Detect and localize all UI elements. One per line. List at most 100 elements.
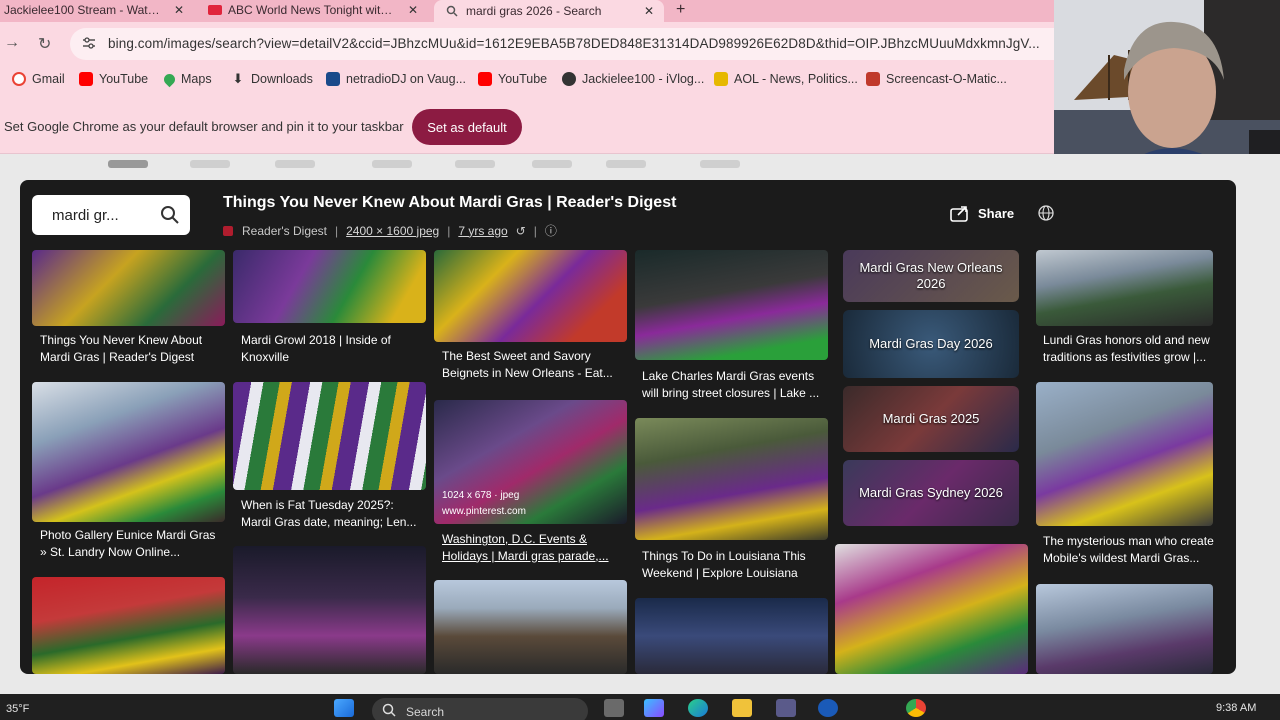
aol-icon xyxy=(714,72,728,86)
result-image-louisiana[interactable] xyxy=(635,418,828,540)
hp-icon[interactable] xyxy=(818,699,838,717)
maps-pin-icon xyxy=(161,71,178,87)
result-image-lake-charles[interactable] xyxy=(635,250,828,360)
bookmark-label: Downloads xyxy=(251,72,313,86)
result-caption[interactable]: When is Fat Tuesday 2025?: Mardi Gras da… xyxy=(241,497,421,530)
image-hover-dimensions: 1024 x 678 · jpeg xyxy=(442,490,520,501)
related-search-day-2026[interactable]: Mardi Gras Day 2026 xyxy=(843,310,1019,378)
globe-icon[interactable] xyxy=(1038,205,1054,221)
windows-start-icon[interactable] xyxy=(334,699,354,717)
address-bar[interactable]: bing.com/images/search?view=detailV2&cci… xyxy=(70,28,1054,60)
taskbar-clock[interactable]: 9:38 AM xyxy=(1216,702,1256,714)
bookmark-maps[interactable]: Maps xyxy=(161,71,212,87)
result-image-parade-float[interactable] xyxy=(32,577,225,674)
default-browser-infobar: Set Google Chrome as your default browse… xyxy=(0,94,1054,154)
result-image-bar-interior[interactable] xyxy=(233,546,426,674)
reload-icon[interactable]: ↻ xyxy=(38,34,51,54)
task-view-icon[interactable] xyxy=(604,699,624,717)
overlay-search-box[interactable]: mardi gr... xyxy=(32,195,190,235)
bookmark-youtube-2[interactable]: YouTube xyxy=(478,72,547,86)
result-image-mardi-growl[interactable] xyxy=(233,250,426,323)
bookmark-aol[interactable]: AOL - News, Politics... xyxy=(714,72,858,86)
history-icon[interactable]: ↺ xyxy=(516,224,526,238)
taskbar-search-placeholder: Search xyxy=(406,705,445,719)
close-tab-icon[interactable]: ✕ xyxy=(644,4,654,18)
bookmark-screencast[interactable]: Screencast-O-Matic... xyxy=(866,72,1007,86)
screencast-icon xyxy=(866,72,880,86)
taskbar-search-box[interactable]: Search xyxy=(372,698,588,720)
result-caption[interactable]: Lake Charles Mardi Gras events will brin… xyxy=(642,368,827,401)
tab-title: ABC World News Tonight with D xyxy=(228,3,394,17)
bookmark-downloads[interactable]: ⬇ Downloads xyxy=(231,72,313,87)
result-caption[interactable]: Things To Do in Louisiana This Weekend |… xyxy=(642,548,822,581)
image-hover-site[interactable]: www.pinterest.com xyxy=(442,506,526,517)
related-search-label: Mardi Gras Sydney 2026 xyxy=(859,485,1003,500)
image-detail-title[interactable]: Things You Never Knew About Mardi Gras |… xyxy=(223,194,676,212)
image-dimensions[interactable]: 2400 × 1600 jpeg xyxy=(346,224,439,238)
tab-title: Jackielee100 Stream - Watch Li xyxy=(4,3,160,17)
result-caption[interactable]: Lundi Gras honors old and new traditions… xyxy=(1043,332,1218,365)
share-label: Share xyxy=(978,205,1015,221)
new-tab-button[interactable]: + xyxy=(676,0,696,20)
bookmark-label: Jackielee100 - iVlog... xyxy=(582,72,705,86)
bookmark-label: Screencast-O-Matic... xyxy=(886,72,1007,86)
set-as-default-button[interactable]: Set as default xyxy=(412,109,522,145)
bookmark-gmail[interactable]: Gmail xyxy=(12,72,65,86)
weather-temperature[interactable]: 35°F xyxy=(6,703,29,715)
image-age[interactable]: 7 yrs ago xyxy=(458,224,507,238)
result-image-washington-dc[interactable]: 1024 x 678 · jpeg www.pinterest.com xyxy=(434,400,627,524)
browser-toolbar: → ↻ bing.com/images/search?view=detailV2… xyxy=(0,22,1054,66)
result-caption[interactable]: Mardi Growl 2018 | Inside of Knoxville xyxy=(241,332,421,365)
info-icon[interactable]: ⓘ xyxy=(545,222,557,239)
result-caption[interactable]: Things You Never Knew About Mardi Gras |… xyxy=(40,332,220,365)
result-image-eunice[interactable] xyxy=(32,382,225,522)
image-source[interactable]: Reader's Digest xyxy=(242,224,327,238)
result-caption[interactable]: Washington, D.C. Events & Holidays | Mar… xyxy=(442,531,622,564)
bookmark-label: Gmail xyxy=(32,72,65,86)
background-nav-item xyxy=(532,160,572,168)
site-info-icon[interactable] xyxy=(82,36,96,50)
share-button[interactable]: Share xyxy=(950,201,1014,225)
related-search-2025[interactable]: Mardi Gras 2025 xyxy=(843,386,1019,452)
tab-jackielee-stream[interactable]: Jackielee100 Stream - Watch Li ✕ xyxy=(0,0,190,20)
tab-mardi-gras-search[interactable]: mardi gras 2026 - Search ✕ xyxy=(434,0,664,22)
youtube-icon xyxy=(208,5,222,15)
background-nav-item xyxy=(455,160,495,168)
result-image-lundi-gras[interactable] xyxy=(1036,250,1213,326)
chrome-icon[interactable] xyxy=(906,699,926,717)
result-image-readers-digest[interactable] xyxy=(32,250,225,326)
result-image-crowd[interactable] xyxy=(434,580,627,674)
address-bar-url[interactable]: bing.com/images/search?view=detailV2&cci… xyxy=(108,36,1040,51)
bookmark-label: YouTube xyxy=(99,72,149,86)
result-image-street-parade[interactable] xyxy=(1036,584,1213,674)
tab-abc-news[interactable]: ABC World News Tonight with D ✕ xyxy=(208,0,430,20)
google-icon xyxy=(12,72,26,86)
forward-icon[interactable]: → xyxy=(4,34,20,52)
bookmark-netradiodj[interactable]: netradioDJ on Vaug... xyxy=(326,72,466,86)
search-icon[interactable] xyxy=(160,205,180,225)
result-image-night-crowd[interactable] xyxy=(635,598,828,674)
bookmark-jackielee-ivlog[interactable]: Jackielee100 - iVlog... xyxy=(562,72,704,86)
search-query-text[interactable]: mardi gr... xyxy=(52,207,119,224)
result-image-mobile[interactable] xyxy=(1036,382,1213,526)
search-icon xyxy=(446,5,458,17)
result-caption[interactable]: Photo Gallery Eunice Mardi Gras » St. La… xyxy=(40,527,220,560)
result-caption[interactable]: The Best Sweet and Savory Beignets in Ne… xyxy=(442,348,622,381)
background-tab-indicator xyxy=(108,160,148,168)
result-image-fat-tuesday[interactable] xyxy=(233,382,426,490)
related-search-new-orleans-2026[interactable]: Mardi Gras New Orleans 2026 xyxy=(843,250,1019,302)
separator: | xyxy=(447,223,451,238)
store-icon[interactable] xyxy=(776,699,796,717)
result-image-feather-costume[interactable] xyxy=(835,544,1028,674)
file-explorer-icon[interactable] xyxy=(732,699,752,717)
result-image-beignets[interactable] xyxy=(434,250,627,342)
close-tab-icon[interactable]: ✕ xyxy=(408,3,418,17)
background-nav-item xyxy=(606,160,646,168)
result-caption[interactable]: The mysterious man who create Mobile's w… xyxy=(1043,533,1218,566)
edge-icon[interactable] xyxy=(688,699,708,717)
copilot-icon[interactable] xyxy=(644,699,664,717)
background-nav-item xyxy=(700,160,740,168)
close-tab-icon[interactable]: ✕ xyxy=(174,3,184,17)
related-search-sydney-2026[interactable]: Mardi Gras Sydney 2026 xyxy=(843,460,1019,526)
bookmark-youtube[interactable]: YouTube xyxy=(79,72,148,86)
